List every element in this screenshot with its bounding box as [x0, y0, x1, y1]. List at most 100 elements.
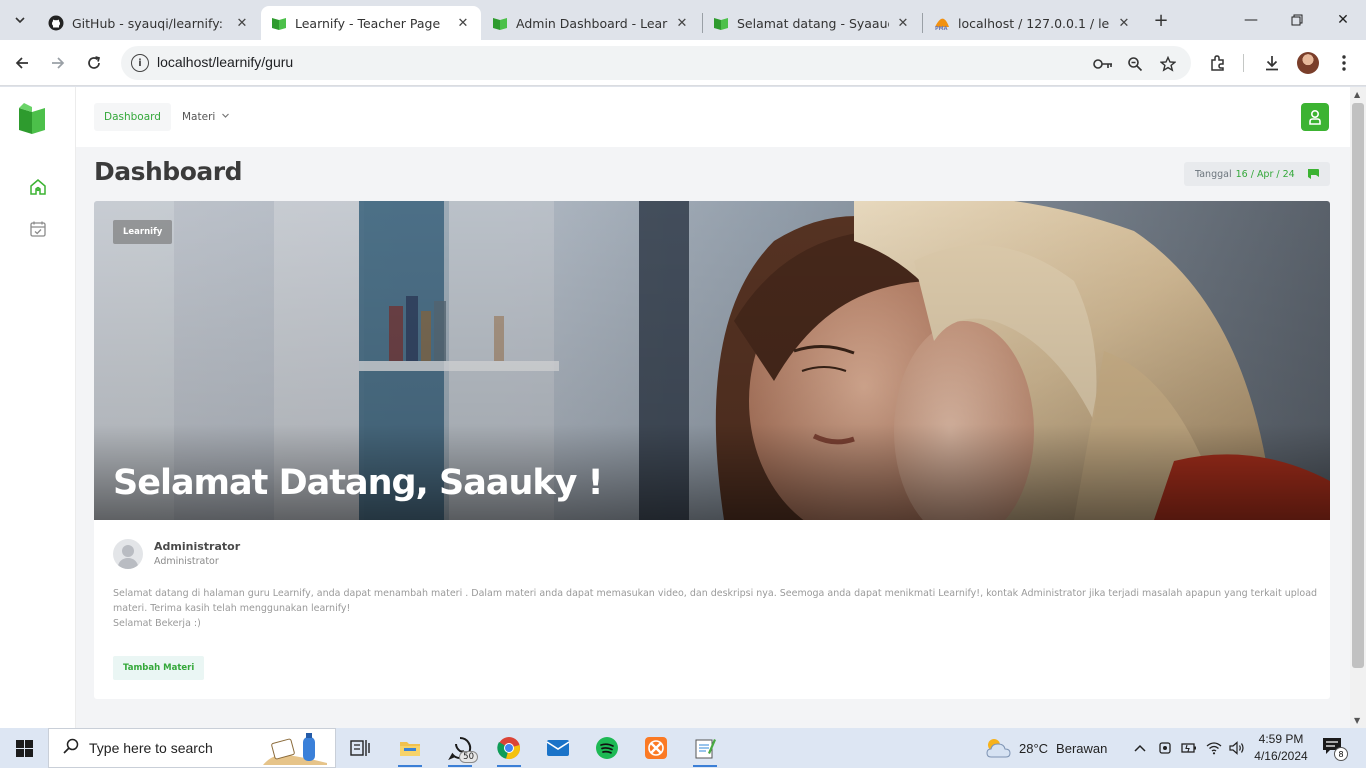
- welcome-text: Selamat datang di halaman guru Learnify,…: [113, 586, 1318, 631]
- weather-cloudy-icon: [986, 739, 1011, 758]
- tab-selamat-datang[interactable]: Selamat datang - Syaauqi Za ✕: [703, 6, 921, 40]
- spotify-icon: [596, 737, 618, 759]
- folder-icon: [400, 742, 420, 756]
- nav-materi[interactable]: Materi: [182, 103, 230, 131]
- tab-admin-dashboard[interactable]: Admin Dashboard - Learnify ✕: [482, 6, 700, 40]
- arrow-right-icon: [52, 57, 65, 69]
- chrome-icon: [497, 737, 520, 759]
- tab-title: Selamat datang - Syaauqi Za: [737, 15, 889, 31]
- github-icon: [48, 15, 64, 31]
- system-clock[interactable]: 4:59 PM 4/16/2024: [1248, 731, 1314, 765]
- clock-date: 4/16/2024: [1254, 749, 1308, 763]
- key-icon[interactable]: [1092, 53, 1114, 75]
- page-title: Dashboard: [94, 157, 242, 186]
- scroll-down-icon[interactable]: ▼: [1354, 716, 1360, 725]
- page-scrollbar[interactable]: ▲ ▼: [1350, 87, 1366, 728]
- forward-button[interactable]: [45, 50, 71, 76]
- close-window-button[interactable]: ✕: [1320, 0, 1366, 40]
- back-button[interactable]: [9, 50, 35, 76]
- close-icon[interactable]: ✕: [234, 15, 250, 31]
- date-badge: Tanggal 16 / Apr / 24: [1184, 162, 1330, 186]
- date-value: 16 / Apr / 24: [1235, 168, 1295, 180]
- volume-icon[interactable]: [1227, 738, 1247, 758]
- battery-icon[interactable]: [1179, 738, 1199, 758]
- chevron-down-icon: [221, 111, 230, 123]
- taskbar-file-explorer[interactable]: [390, 728, 430, 768]
- calendar-check-icon[interactable]: [28, 219, 48, 239]
- task-view-icon: [350, 740, 370, 756]
- welcome-card: Learnify Selamat Datang, Saauky ! Admini…: [94, 201, 1330, 699]
- weather-condition: Berawan: [1056, 740, 1108, 756]
- phpmyadmin-icon: PMA: [934, 15, 950, 31]
- hero-badge: Learnify: [113, 220, 173, 244]
- tab-learnify-teacher[interactable]: Learnify - Teacher Page ✕: [261, 6, 481, 40]
- tab-search-button[interactable]: [8, 8, 32, 32]
- search-placeholder: Type here to search: [89, 740, 213, 756]
- learnify-logo[interactable]: [18, 101, 46, 135]
- toolbar-divider: [1243, 54, 1244, 72]
- learnify-icon: [271, 15, 287, 31]
- minimize-button[interactable]: —: [1228, 0, 1274, 40]
- reload-button[interactable]: [81, 50, 107, 76]
- scroll-up-icon[interactable]: ▲: [1354, 90, 1360, 99]
- close-icon[interactable]: ✕: [455, 15, 471, 31]
- taskbar-mail[interactable]: [538, 728, 578, 768]
- address-bar[interactable]: i localhost/learnify/guru: [121, 46, 1191, 80]
- site-info-icon[interactable]: i: [131, 54, 149, 72]
- chevron-up-icon[interactable]: [1130, 738, 1150, 758]
- bookmark-star-icon[interactable]: [1157, 53, 1179, 75]
- date-flag-icon: [1307, 168, 1320, 183]
- wifi-icon[interactable]: [1204, 738, 1224, 758]
- nav-dashboard[interactable]: Dashboard: [94, 103, 171, 131]
- browser-toolbar: i localhost/learnify/guru: [0, 40, 1366, 86]
- add-material-button[interactable]: Tambah Materi: [113, 656, 205, 680]
- address-url[interactable]: localhost/learnify/guru: [157, 54, 293, 70]
- page-viewport: Dashboard Materi Dashboard Tanggal 16 / …: [0, 87, 1350, 728]
- menu-dots-icon[interactable]: [1332, 51, 1356, 75]
- notepad-icon: [695, 739, 716, 759]
- windows-logo-icon: [15, 739, 33, 757]
- extensions-icon[interactable]: [1206, 51, 1230, 75]
- close-icon[interactable]: ✕: [674, 15, 690, 31]
- tab-phpmyadmin[interactable]: PMA localhost / 127.0.0.1 / learnif ✕: [924, 6, 1142, 40]
- xampp-icon: [645, 737, 667, 759]
- restore-button[interactable]: [1274, 0, 1320, 40]
- nav-materi-label: Materi: [182, 111, 216, 123]
- start-button[interactable]: [0, 728, 48, 768]
- chevron-down-icon: [15, 17, 25, 24]
- taskbar-whatsapp[interactable]: 50: [440, 728, 480, 768]
- taskbar-notepad[interactable]: [685, 728, 725, 768]
- welcome-closing: Selamat Bekerja :): [113, 618, 201, 629]
- weather-widget[interactable]: 28°C Berawan: [985, 728, 1107, 768]
- hero-title: Selamat Datang, Saauky !: [113, 463, 604, 503]
- hero-banner: Learnify Selamat Datang, Saauky !: [94, 201, 1330, 520]
- notification-center[interactable]: 8: [1322, 737, 1348, 761]
- learnify-icon: [713, 15, 729, 31]
- close-icon[interactable]: ✕: [1116, 15, 1132, 31]
- tab-separator: [922, 13, 923, 33]
- weather-temp: 28°C: [1019, 740, 1049, 756]
- profile-avatar[interactable]: [1297, 52, 1319, 74]
- top-navbar: Dashboard Materi: [76, 87, 1350, 147]
- taskbar-search[interactable]: Type here to search: [48, 728, 336, 768]
- taskbar-xampp[interactable]: [636, 728, 676, 768]
- restore-icon: [1291, 14, 1303, 26]
- scroll-thumb[interactable]: [1352, 103, 1364, 668]
- new-tab-button[interactable]: +: [1150, 9, 1172, 31]
- meet-now-icon[interactable]: [1155, 738, 1175, 758]
- zoom-icon[interactable]: [1124, 53, 1146, 75]
- tab-title: GitHub - syauqi/learnify:: [72, 15, 223, 31]
- avatar: [113, 539, 143, 569]
- home-icon[interactable]: [28, 177, 48, 197]
- search-highlight-icon: [263, 733, 327, 765]
- taskbar-spotify[interactable]: [587, 728, 627, 768]
- taskbar-chrome[interactable]: [489, 728, 529, 768]
- download-icon[interactable]: [1260, 51, 1284, 75]
- user-menu-button[interactable]: [1301, 103, 1329, 131]
- left-sidebar: [0, 87, 76, 728]
- tab-github[interactable]: GitHub - syauqi/learnify: ✕: [38, 6, 260, 40]
- mail-icon: [546, 740, 570, 756]
- task-view-button[interactable]: [340, 728, 380, 768]
- close-icon[interactable]: ✕: [895, 15, 911, 31]
- user-icon: [1309, 109, 1321, 125]
